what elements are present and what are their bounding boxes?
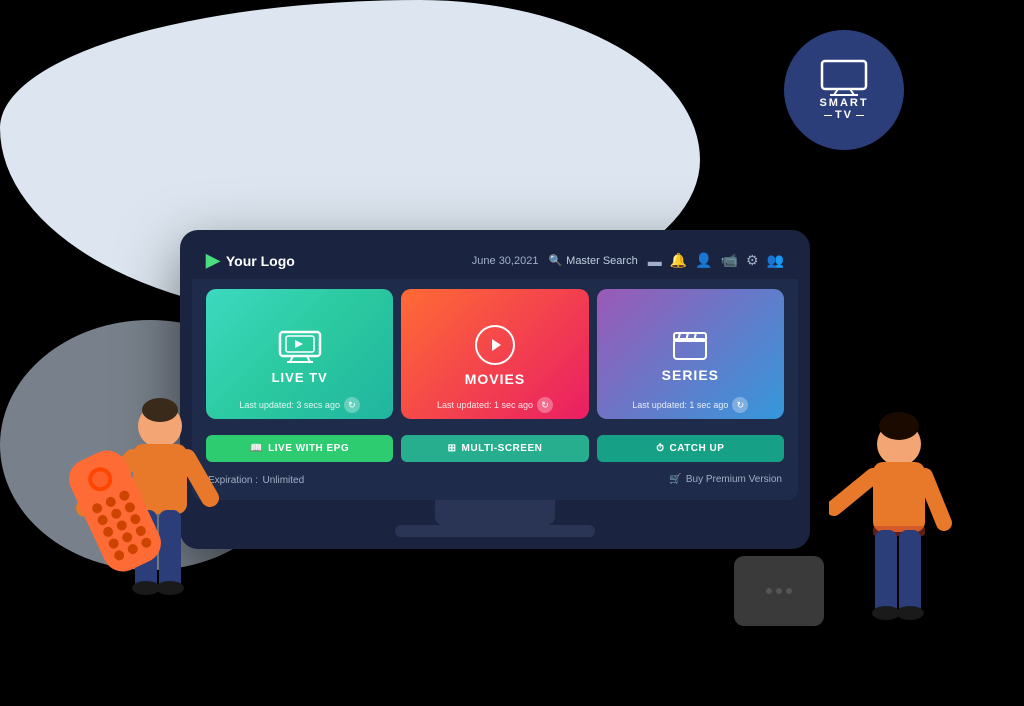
live-tv-refresh[interactable]: ↻ (344, 397, 360, 413)
logo-text: Your Logo (226, 253, 295, 269)
monitor: ▶ Your Logo June 30,2021 🔍 Master Search… (180, 230, 810, 549)
bottom-buttons-row: 📖 LIVE WITH EPG ⊞ MULTI-SCREEN ⏱ CATCH U… (206, 435, 784, 462)
expiration-value: Unlimited (262, 475, 304, 486)
gear-icon[interactable]: ⚙ (746, 252, 759, 269)
movies-update: Last updated: 1 sec ago ↻ (401, 397, 588, 413)
series-icon (672, 329, 708, 361)
smart-tv-text-tv: TV (835, 109, 853, 121)
catchup-label: CATCH UP (670, 443, 725, 454)
card-movies[interactable]: MOVIES Last updated: 1 sec ago ↻ (401, 289, 588, 419)
movies-play-icon (475, 325, 515, 365)
tv-badge-icon (818, 59, 870, 97)
smart-tv-badge: SMART TV (784, 30, 904, 150)
movies-refresh[interactable]: ↻ (537, 397, 553, 413)
user-icon[interactable]: 👤 (695, 252, 712, 269)
user-plus-icon[interactable]: 👥 (767, 252, 784, 269)
tv-search[interactable]: 🔍 Master Search (548, 254, 637, 267)
monitor-stand (435, 500, 555, 525)
catchup-button[interactable]: ⏱ CATCH UP (597, 435, 784, 462)
live-tv-icon (278, 328, 322, 364)
smart-tv-text-smart: SMART (819, 97, 868, 109)
buy-premium-button[interactable]: 🛒 Buy Premium Version (669, 474, 782, 485)
multiscreen-label: MULTI-SCREEN (462, 443, 543, 454)
epg-icon: 📖 (250, 443, 263, 454)
tv-logo: ▶ Your Logo (206, 250, 295, 271)
tv-content: LIVE TV Last updated: 3 secs ago ↻ (192, 279, 798, 500)
live-tv-title: LIVE TV (272, 370, 328, 385)
clock-icon: ⏱ (656, 443, 664, 454)
person-right (829, 408, 969, 668)
card-icon[interactable]: ▬ (648, 253, 662, 269)
series-update: Last updated: 1 sec ago ↻ (597, 397, 784, 413)
footer-row: Expiration : Unlimited 🛒 Buy Premium Ver… (206, 470, 784, 488)
grid-icon: ⊞ (448, 443, 457, 454)
monitor-wrapper: ▶ Your Logo June 30,2021 🔍 Master Search… (180, 230, 810, 549)
monitor-screen: ▶ Your Logo June 30,2021 🔍 Master Search… (192, 242, 798, 500)
settop-box (734, 556, 824, 626)
dot-2 (776, 588, 782, 594)
search-label: Master Search (566, 255, 638, 267)
card-series[interactable]: SERIES Last updated: 1 sec ago ↻ (597, 289, 784, 419)
tv-date: June 30,2021 (472, 255, 539, 267)
settop-box-dots (766, 588, 792, 594)
camera-icon[interactable]: 📹 (721, 252, 738, 269)
buy-premium-label: Buy Premium Version (686, 474, 782, 485)
live-tv-update: Last updated: 3 secs ago ↻ (206, 397, 393, 413)
content-grid: LIVE TV Last updated: 3 secs ago ↻ (206, 289, 784, 427)
bell-icon[interactable]: 🔔 (670, 252, 687, 269)
play-icon: ▶ (206, 250, 220, 271)
card-live-tv[interactable]: LIVE TV Last updated: 3 secs ago ↻ (206, 289, 393, 419)
series-title: SERIES (662, 367, 719, 383)
dot-1 (766, 588, 772, 594)
epg-label: LIVE WITH EPG (268, 443, 349, 454)
multiscreen-button[interactable]: ⊞ MULTI-SCREEN (401, 435, 588, 462)
search-icon: 🔍 (548, 254, 562, 267)
series-refresh[interactable]: ↻ (732, 397, 748, 413)
cart-icon: 🛒 (669, 474, 681, 485)
dot-3 (786, 588, 792, 594)
tv-header: ▶ Your Logo June 30,2021 🔍 Master Search… (192, 242, 798, 279)
epg-button[interactable]: 📖 LIVE WITH EPG (206, 435, 393, 462)
tv-icons: ▬ 🔔 👤 📹 ⚙ 👥 (648, 252, 784, 269)
tv-header-right: June 30,2021 🔍 Master Search ▬ 🔔 👤 📹 ⚙ 👥 (472, 252, 784, 269)
movies-title: MOVIES (465, 371, 525, 387)
monitor-base (395, 525, 595, 537)
